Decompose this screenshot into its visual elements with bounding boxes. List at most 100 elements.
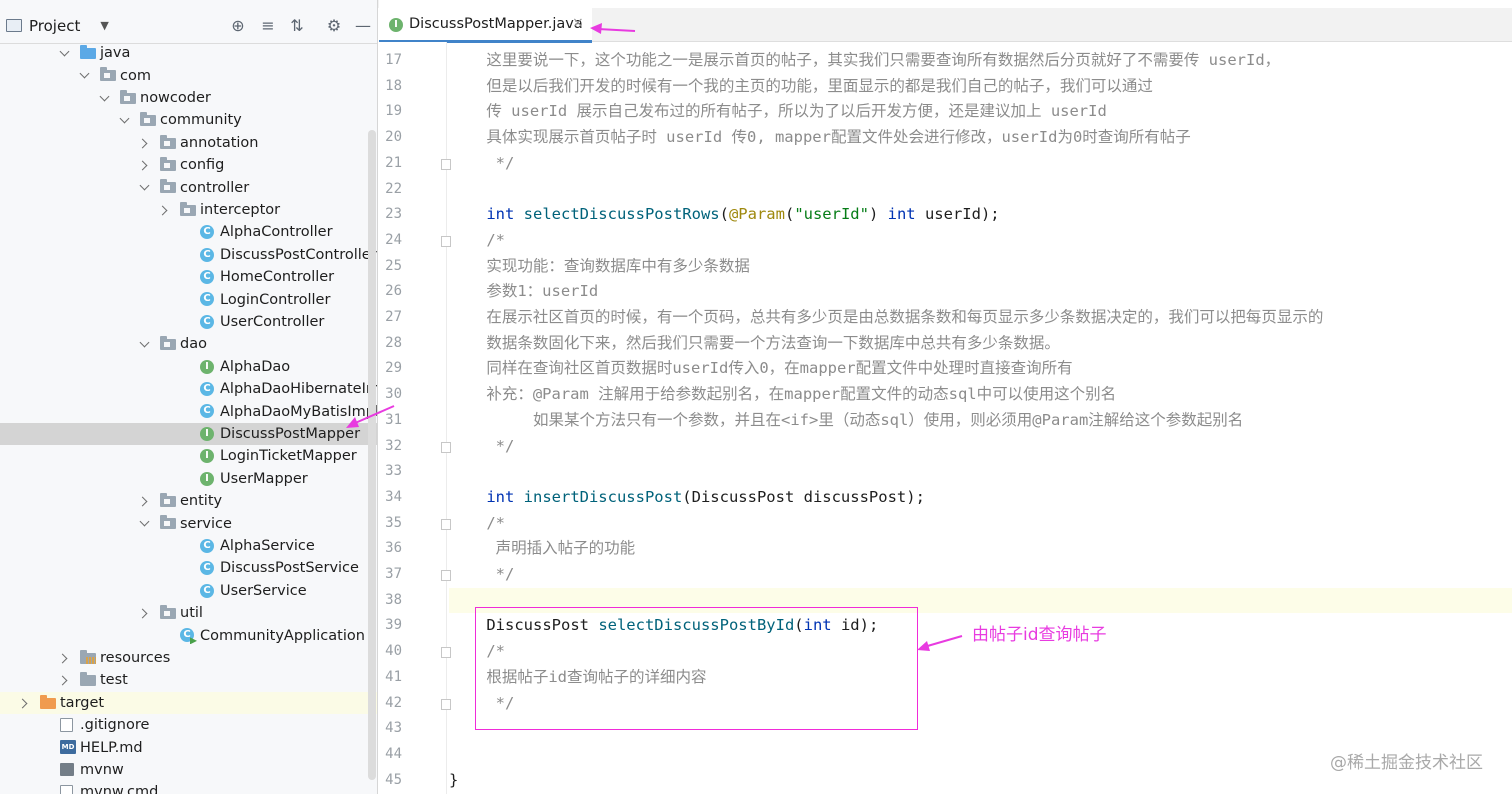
tree-item-service[interactable]: service [0, 512, 377, 534]
chevron-right-icon[interactable] [138, 160, 150, 172]
gear-icon[interactable]: ⚙ [324, 16, 344, 36]
code-token: 同样在查询社区首页数据时userId传入0，在mapper配置文件中处理时直接查… [449, 359, 1073, 378]
code-line[interactable]: /* [449, 511, 1512, 537]
tree-item-logincontroller[interactable]: C LoginController [0, 288, 377, 310]
line-number: 41 [385, 668, 402, 685]
chevron-down-icon[interactable] [138, 182, 150, 194]
project-view-selector[interactable]: Project [29, 17, 80, 35]
code-line[interactable]: 参数1：userId [449, 279, 1512, 305]
tree-item-community[interactable]: community [0, 109, 377, 131]
application-icon: C [180, 628, 194, 643]
line-number: 28 [385, 334, 402, 351]
tree-item-util[interactable]: util [0, 602, 377, 624]
tree-item-com[interactable]: com [0, 64, 377, 86]
code-line[interactable]: 同样在查询社区首页数据时userId传入0，在mapper配置文件中处理时直接查… [449, 356, 1512, 382]
resources-folder-icon [80, 649, 96, 664]
hide-panel-icon[interactable]: — [353, 16, 373, 36]
close-icon[interactable]: × [572, 15, 584, 31]
line-number: 45 [385, 771, 402, 788]
code-line[interactable] [449, 177, 1512, 203]
tree-item-usercontroller[interactable]: C UserController [0, 311, 377, 333]
code-line[interactable]: */ [449, 562, 1512, 588]
tree-item-label: AlphaDao [220, 358, 291, 375]
code-line[interactable]: */ [449, 151, 1512, 177]
chevron-right-icon[interactable] [58, 675, 70, 687]
code-token: ( [784, 205, 795, 224]
tree-item-alphadaohibernateimpl[interactable]: C AlphaDaoHibernateImpl [0, 378, 377, 400]
code-line[interactable]: 在展示社区首页的时候，有一个页码，总共有多少页是由总数据条数和每页显示多少条数据… [449, 305, 1512, 331]
code-line[interactable]: */ [449, 434, 1512, 460]
tree-item-alphadaomybatisimpl[interactable]: C AlphaDaoMyBatisImpl [0, 400, 377, 422]
chevron-right-icon[interactable] [138, 138, 150, 150]
tree-item-discusspostservice[interactable]: C DiscussPostService [0, 557, 377, 579]
collapse-all-icon[interactable]: ⇅ [287, 16, 307, 36]
code-line[interactable]: 实现功能：查询数据库中有多少条数据 [449, 254, 1512, 280]
chevron-right-icon[interactable] [58, 653, 70, 665]
tree-item-mvnw[interactable]: mvnw [0, 759, 377, 781]
tree-item-dao[interactable]: dao [0, 333, 377, 355]
editor-tab-discusspostmapper[interactable]: I DiscussPostMapper.java × [379, 8, 592, 43]
code-line[interactable]: 但是以后我们开发的时候有一个我的主页的功能，里面显示的都是我们自己的帖子，我们可… [449, 74, 1512, 100]
tree-item-test[interactable]: test [0, 669, 377, 691]
code-line[interactable]: int insertDiscussPost(DiscussPost discus… [449, 485, 1512, 511]
chevron-down-icon[interactable] [118, 115, 130, 127]
chevron-right-icon[interactable] [158, 205, 170, 217]
tree-item-nowcoder[interactable]: nowcoder [0, 87, 377, 109]
chevron-down-icon[interactable] [138, 339, 150, 351]
tree-item-alphaservice[interactable]: C AlphaService [0, 535, 377, 557]
tree-item-label: target [60, 694, 105, 711]
tree-item-label: LoginController [220, 291, 331, 308]
code-line[interactable]: 具体实现展示首页帖子时 userId 传0, mapper配置文件处会进行修改，… [449, 125, 1512, 151]
chevron-down-icon[interactable] [138, 518, 150, 530]
tree-item-discusspostmapper[interactable]: I DiscussPostMapper [0, 422, 377, 446]
tree-item-label: annotation [180, 134, 259, 151]
tree-item-discusspostcontroller[interactable]: C DiscussPostController [0, 244, 377, 266]
tree-item-mvnw-cmd[interactable]: mvnw.cmd [0, 781, 377, 794]
tree-item-label: UserMapper [220, 470, 308, 487]
tree-item-help-md[interactable]: MD HELP.md [0, 736, 377, 758]
chevron-down-icon[interactable] [78, 70, 90, 82]
chevron-right-icon[interactable] [138, 496, 150, 508]
code-token: 实现功能：查询数据库中有多少条数据 [449, 256, 750, 275]
code-line[interactable]: 声明插入帖子的功能 [449, 536, 1512, 562]
tree-item-gitignore[interactable]: .gitignore [0, 714, 377, 736]
code-token: int [449, 487, 524, 506]
tree-item-resources[interactable]: resources [0, 647, 377, 669]
tree-item-java[interactable]: java [0, 42, 377, 64]
line-number: 21 [385, 154, 402, 171]
line-number: 40 [385, 643, 402, 660]
chevron-down-icon[interactable]: ▼ [100, 19, 108, 32]
code-line[interactable]: /* [449, 228, 1512, 254]
code-line[interactable]: int selectDiscussPostRows(@Param("userId… [449, 202, 1512, 228]
code-line[interactable] [449, 459, 1512, 485]
tree-item-userservice[interactable]: C UserService [0, 580, 377, 602]
tree-item-homecontroller[interactable]: C HomeController [0, 266, 377, 288]
package-icon [160, 336, 176, 351]
chevron-right-icon[interactable] [18, 698, 30, 710]
line-number: 32 [385, 437, 402, 454]
tree-item-usermapper[interactable]: I UserMapper [0, 468, 377, 490]
code-line[interactable]: 这里要说一下，这个功能之一是展示首页的帖子，其实我们只需要查询所有数据然后分页就… [449, 48, 1512, 74]
tree-item-annotation[interactable]: annotation [0, 132, 377, 154]
expand-all-icon[interactable]: ≡ [258, 16, 278, 36]
tree-item-interceptor[interactable]: interceptor [0, 199, 377, 221]
package-icon [140, 112, 156, 127]
chevron-down-icon[interactable] [98, 93, 110, 105]
tree-item-label: AlphaController [220, 224, 333, 241]
tree-item-entity[interactable]: entity [0, 490, 377, 512]
locate-icon[interactable]: ⊕ [228, 16, 248, 36]
line-number: 43 [385, 720, 402, 737]
code-line[interactable]: 补充：@Param 注解用于给参数起别名，在mapper配置文件的动态sql中可… [449, 382, 1512, 408]
tree-item-config[interactable]: config [0, 154, 377, 176]
chevron-right-icon[interactable] [138, 608, 150, 620]
code-line[interactable]: 数据条数固化下来，然后我们只需要一个方法查询一下数据库中总共有多少条数据。 [449, 331, 1512, 357]
code-line[interactable]: 如果某个方法只有一个参数，并且在<if>里（动态sql）使用，则必须用@Para… [449, 408, 1512, 434]
tree-item-controller[interactable]: controller [0, 176, 377, 198]
tree-item-communityapplication[interactable]: C CommunityApplication [0, 624, 377, 646]
code-line[interactable]: 传 userId 展示自己发布过的所有帖子，所以为了以后开发方便，还是建议加上 … [449, 99, 1512, 125]
tree-item-alphadao[interactable]: I AlphaDao [0, 356, 377, 378]
tree-item-target[interactable]: target [0, 691, 377, 714]
tree-item-alphacontroller[interactable]: C AlphaController [0, 221, 377, 243]
tree-item-loginticketmapper[interactable]: I LoginTicketMapper [0, 445, 377, 467]
chevron-down-icon[interactable] [58, 48, 70, 60]
